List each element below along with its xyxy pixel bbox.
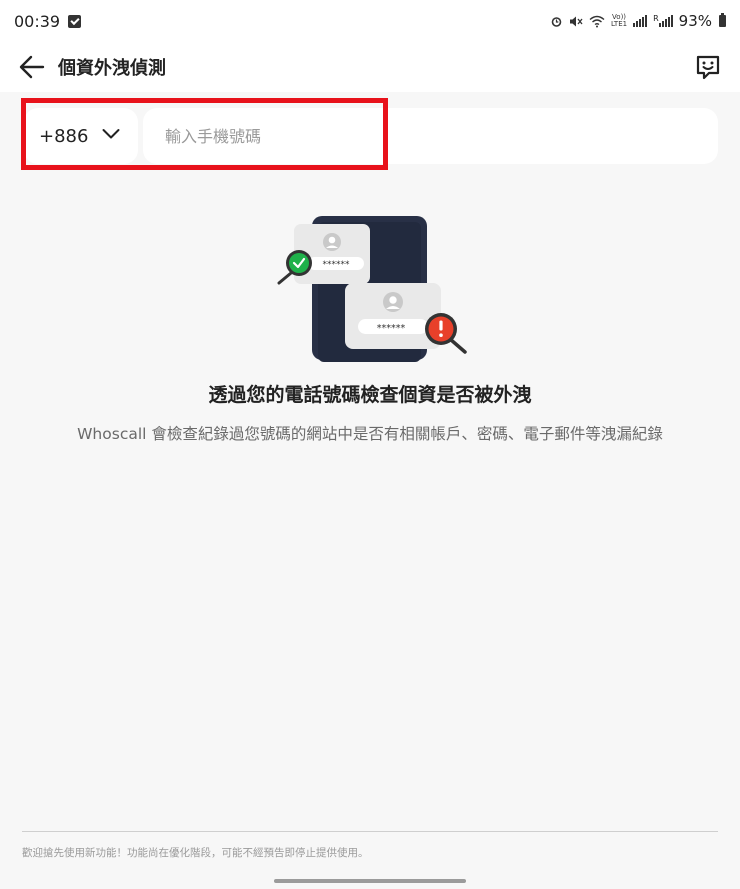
phone-number-input[interactable] <box>143 108 718 164</box>
chevron-down-icon <box>102 129 120 139</box>
page-title: 個資外洩偵測 <box>58 58 166 79</box>
notification-check-icon <box>68 14 82 28</box>
battery-percent: 93% <box>678 12 712 30</box>
wifi-icon <box>589 15 605 27</box>
status-time: 00:39 <box>14 11 61 31</box>
footer-divider <box>22 831 718 832</box>
check-icon <box>289 253 309 273</box>
battery-icon <box>719 13 726 27</box>
alarm-icon <box>551 16 562 27</box>
feedback-button[interactable] <box>690 49 726 85</box>
country-code-value: +886 <box>39 125 89 147</box>
arrow-left-icon <box>19 55 45 79</box>
country-code-select[interactable]: +886 <box>24 108 138 164</box>
signal-icon <box>633 15 648 27</box>
mute-icon <box>570 16 583 26</box>
feedback-smile-icon <box>696 55 720 80</box>
status-bar: 00:39 Vo)) LTE1 R 93% <box>0 0 740 42</box>
leak-check-illustration: ****** ****** <box>277 216 467 362</box>
status-right: Vo)) LTE1 R 93% <box>550 12 726 30</box>
home-indicator[interactable] <box>274 879 466 883</box>
volte-icon: Vo)) LTE1 <box>611 13 628 28</box>
status-left: 00:39 <box>14 11 82 31</box>
headline: 透過您的電話號碼檢查個資是否被外洩 <box>208 384 532 406</box>
back-button[interactable] <box>10 45 54 89</box>
phone-input-container <box>143 108 718 164</box>
description: Whoscall 會檢查紀錄過您號碼的網站中是否有相關帳戶、密碼、電子郵件等洩漏… <box>77 425 663 443</box>
footer-note: 歡迎搶先使用新功能！功能尚在優化階段，可能不經預告即停止提供使用。 <box>22 847 369 859</box>
password-mask-1: ****** <box>323 260 351 270</box>
app-bar: 個資外洩偵測 <box>0 42 740 92</box>
password-mask-2: ****** <box>377 323 406 334</box>
signal-r-icon: R <box>653 15 673 27</box>
